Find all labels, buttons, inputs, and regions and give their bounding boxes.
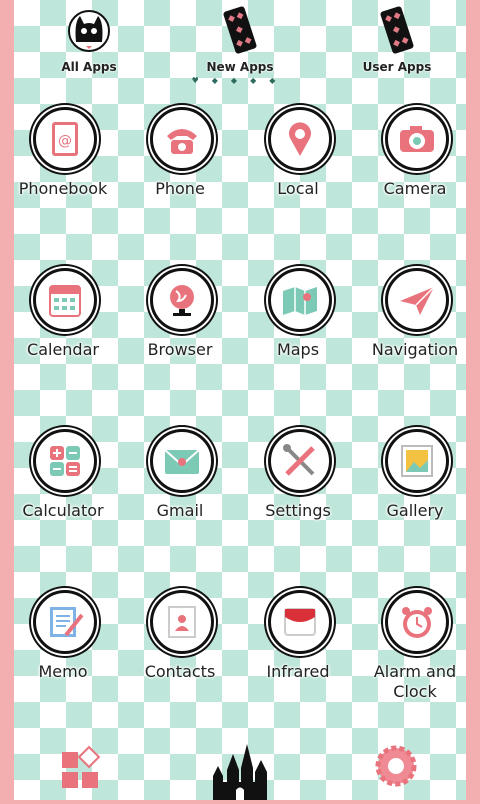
alarm-clock-icon: [402, 607, 432, 638]
app-label: Calendar: [27, 340, 99, 359]
tools-icon: [283, 444, 315, 476]
app-label: Phonebook: [18, 179, 108, 198]
app-label: Memo: [38, 662, 88, 681]
app-label: Maps: [276, 340, 320, 359]
app-gmail[interactable]: Gmail: [124, 429, 236, 529]
tab-label: New Apps: [206, 60, 274, 74]
map-icon: [283, 287, 317, 315]
app-label: Local: [277, 179, 319, 198]
card-icon: [379, 5, 415, 55]
tab-label: User Apps: [362, 60, 432, 74]
globe-icon: [170, 285, 194, 316]
page-indicator: ♥◆◆◆◆: [191, 76, 289, 85]
app-calendar[interactable]: Calendar: [7, 268, 119, 368]
app-browser[interactable]: Browser: [124, 268, 236, 368]
app-drawer-icon: [62, 745, 101, 788]
app-alarm-clock[interactable]: Alarm and Clock: [359, 590, 471, 701]
app-label: Phone: [155, 179, 205, 198]
calendar-icon: [49, 285, 81, 317]
dock-settings[interactable]: [374, 740, 444, 800]
phonebook-icon: @: [52, 122, 78, 156]
cat-icon: [68, 10, 110, 52]
app-label: Navigation: [371, 340, 459, 359]
gear-icon: [375, 745, 417, 787]
app-local[interactable]: Local: [242, 107, 354, 207]
app-label: Gmail: [156, 501, 204, 520]
app-label: Contacts: [144, 662, 216, 681]
app-camera[interactable]: Camera: [359, 107, 471, 207]
app-infrared[interactable]: Infrared: [242, 590, 354, 690]
infrared-icon: [284, 608, 316, 636]
tab-new-apps[interactable]: New Apps: [195, 4, 285, 74]
app-label: Browser: [147, 340, 213, 359]
tab-user-apps[interactable]: User Apps: [352, 4, 442, 74]
app-calculator[interactable]: Calculator: [7, 429, 119, 529]
card-icon: [222, 5, 258, 55]
paper-plane-icon: [400, 286, 435, 315]
app-settings[interactable]: Settings: [242, 429, 354, 529]
app-label: Gallery: [386, 501, 444, 520]
envelope-icon: [164, 449, 200, 474]
app-label: Camera: [383, 179, 447, 198]
app-gallery[interactable]: Gallery: [359, 429, 471, 529]
contact-card-icon: [168, 606, 196, 638]
app-navigation[interactable]: Navigation: [359, 268, 471, 368]
svg-text:@: @: [58, 133, 72, 149]
phone-icon: [167, 129, 197, 154]
app-label: Settings: [265, 501, 331, 520]
location-pin-icon: [289, 122, 311, 156]
app-maps[interactable]: Maps: [242, 268, 354, 368]
app-phone[interactable]: Phone: [124, 107, 236, 207]
app-memo[interactable]: Memo: [7, 590, 119, 690]
app-phonebook[interactable]: @ Phonebook: [7, 107, 119, 207]
app-label: Alarm and Clock: [373, 662, 457, 701]
tab-label: All Apps: [61, 60, 117, 74]
castle-icon: [213, 744, 267, 800]
app-label: Infrared: [266, 662, 330, 681]
camera-icon: [400, 126, 434, 152]
picture-icon: [401, 445, 433, 477]
dock-castle[interactable]: [205, 740, 275, 800]
app-contacts[interactable]: Contacts: [124, 590, 236, 690]
app-label: Calculator: [22, 501, 104, 520]
calculator-icon: [50, 446, 80, 476]
memo-icon: [50, 607, 84, 637]
dock-app-drawer[interactable]: [56, 740, 126, 800]
tab-all-apps[interactable]: All Apps: [44, 4, 134, 74]
